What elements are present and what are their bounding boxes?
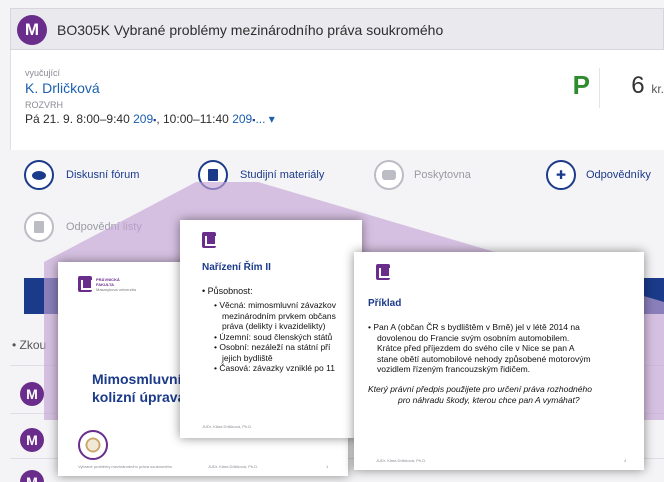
sub-text: práva (delikty i kvazidelikty) [222,321,326,331]
slide-question: Který právní předpis použijete pro určen… [368,384,644,405]
faculty-logo [376,264,391,280]
slide-footer-author: JUDr. Klára Drličková, Ph.D. [202,424,253,429]
question-text: Který právní předpis použijete pro určen… [368,384,592,394]
slide-paragraph: • Pan A (občan ČR s bydlištěm v Brně) je… [368,322,644,375]
sub-bullet: • Územní: soud členských států [214,331,333,342]
slide-page-number: 1 [326,464,329,469]
sub-bullet: • Časová: závazky vzniklé po 11 [214,363,335,373]
para-text: dovolenou do Francie svým osobním automo… [377,332,570,343]
question-text: pro náhradu škody, kterou chce pan A vym… [398,394,580,405]
slide-title-line: kolizní úprava [92,389,186,405]
slide-thumbnail-2[interactable]: Nařízení Řím II • Působnost: • Věcná: mi… [180,220,362,438]
slide-heading: Příklad [368,298,402,309]
slide-heading: Nařízení Řím II [202,262,271,273]
sub-text: jejich bydliště [222,352,273,363]
slide-footer: Vybrané problémy mezinárodního práva sou… [78,464,173,469]
faculty-logo [202,232,217,248]
slide-bullet: • Působnost: [202,286,253,296]
slide-title: Mimosmluvní z kolizní úprava [92,370,192,406]
sub-bullet: • Věcná: mimosmluvní závazkov [214,300,337,310]
sub-text: Věcná: mimosmluvní závazkov [219,300,337,310]
slide-footer-author: JUDr. Klára Drličková, Ph.D. [376,458,427,463]
sub-text: Územní: soud členských států [219,331,333,342]
faculty-line: Masarykova univerzita [96,287,136,292]
faculty-logo [78,276,93,292]
slide-title-line: Mimosmluvní z [92,371,193,387]
faculty-name: PRÁVNICKÁ FAKULTA Masarykova univerzita [96,277,136,292]
sub-bullet: • Osobní: nezáleží na státní pří [214,342,331,352]
bullet-text: Působnost: [207,286,253,296]
slide-footer-author: JUDr. Klára Drličková, Ph.D. [208,464,259,469]
para-text: stane obětí automobilové nehody způsoben… [377,353,591,364]
para-text: vozidlem řízeným francouzským řidičem. [377,364,531,374]
sub-text: Osobní: nezáleží na státní pří [219,342,331,352]
para-line: • Pan A (občan ČR s bydlištěm v Brně) je… [368,322,580,332]
slide-page-number: 4 [624,458,627,463]
university-seal [78,430,108,460]
slide-subbullets: • Věcná: mimosmluvní závazkov mezinárodn… [214,300,364,374]
para-text: Pan A (občan ČR s bydlištěm v Brně) jel … [373,322,580,332]
para-text: Krátce před příjezdem do svého cíle v Ni… [377,343,575,353]
sub-text: mezinárodním prvkem občans [222,310,336,321]
slide-thumbnail-3[interactable]: Příklad • Pan A (občan ČR s bydlištěm v … [354,252,644,470]
sub-text: Časová: závazky vzniklé po 11 [219,363,335,373]
